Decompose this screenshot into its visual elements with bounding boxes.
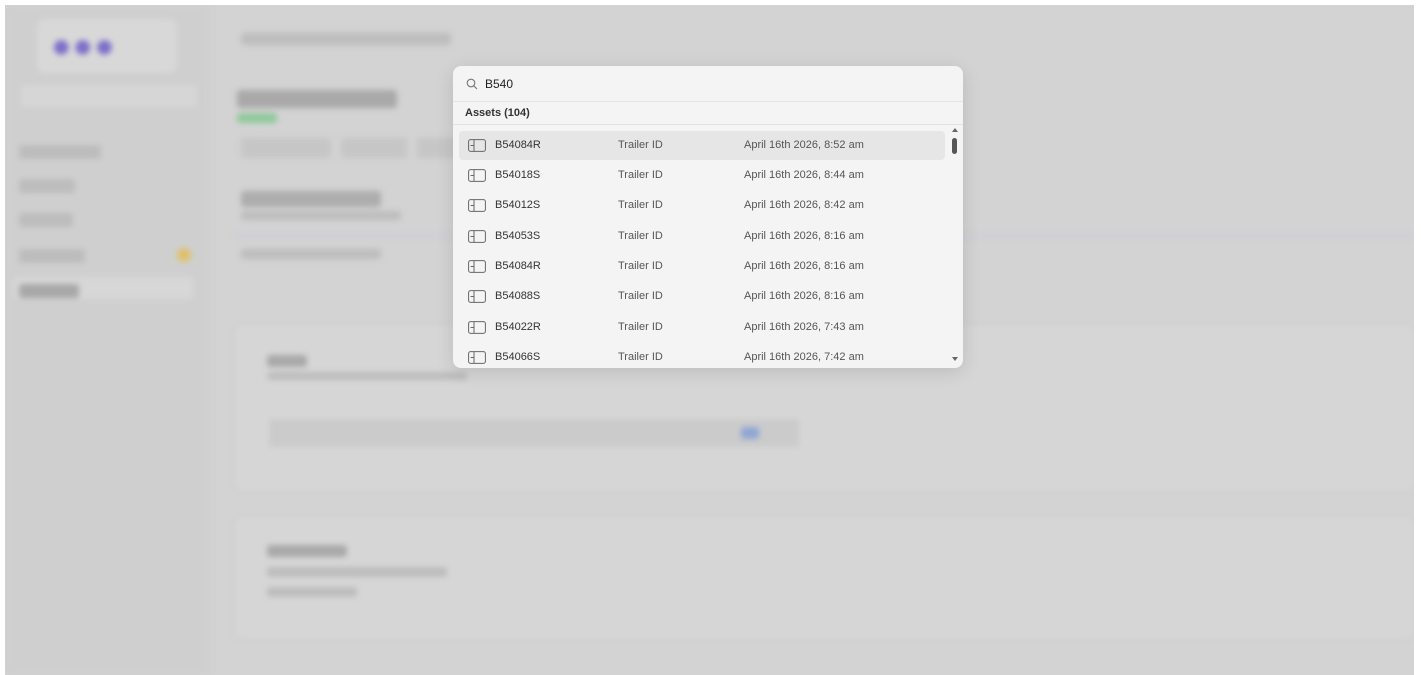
sidebar: ●●● (5, 5, 210, 675)
result-asset-id: B54053S (495, 230, 541, 242)
result-asset-date: April 16th 2026, 8:42 am (744, 199, 864, 211)
result-asset-date: April 16th 2026, 7:42 am (744, 351, 864, 363)
search-divider (453, 101, 963, 102)
sidebar-search (21, 85, 197, 107)
tab (341, 138, 407, 158)
sidebar-item (19, 249, 85, 263)
result-asset-date: April 16th 2026, 8:16 am (744, 230, 864, 242)
result-row[interactable]: B54088S Trailer ID April 16th 2026, 8:16… (459, 282, 945, 311)
results-scrollbar[interactable] (951, 128, 960, 364)
result-asset-id: B54018S (495, 169, 541, 181)
result-row[interactable]: B54053S Trailer ID April 16th 2026, 8:16… (459, 222, 945, 251)
results-divider (453, 124, 963, 125)
result-asset-type: Trailer ID (618, 290, 663, 302)
sidebar-item (19, 179, 75, 193)
results-list: B54084R Trailer ID April 16th 2026, 8:52… (459, 131, 947, 368)
page-title (237, 90, 397, 108)
card-field (269, 419, 799, 447)
card-text (267, 567, 447, 577)
result-asset-id: B54088S (495, 290, 541, 302)
card-title (267, 545, 347, 557)
result-asset-id: B54066S (495, 351, 541, 363)
search-popup: Assets (104) B54084R Trailer ID April 16… (453, 66, 963, 368)
result-asset-date: April 16th 2026, 8:44 am (744, 169, 864, 181)
result-asset-type: Trailer ID (618, 351, 663, 363)
result-row[interactable]: B54022R Trailer ID April 16th 2026, 7:43… (459, 313, 945, 342)
tab (241, 138, 331, 158)
sidebar-item (19, 145, 101, 159)
result-asset-type: Trailer ID (618, 169, 663, 181)
results-section-title: Assets (104) (465, 107, 530, 119)
card-title (267, 355, 307, 367)
search-icon (466, 78, 478, 90)
breadcrumb (241, 33, 451, 45)
search-bar (453, 66, 963, 102)
trailer-icon (468, 139, 486, 152)
logo-mark: ●●● (51, 27, 116, 65)
tab (417, 138, 457, 158)
result-asset-id: B54022R (495, 321, 541, 333)
card-field-icon (741, 427, 759, 439)
logo: ●●● (37, 19, 177, 73)
sidebar-badge (177, 248, 191, 262)
result-asset-date: April 16th 2026, 8:16 am (744, 290, 864, 302)
result-asset-type: Trailer ID (618, 199, 663, 211)
trailer-icon (468, 199, 486, 212)
section-text (241, 249, 381, 259)
sidebar-item (19, 213, 73, 227)
result-asset-type: Trailer ID (618, 321, 663, 333)
section-subtitle (241, 211, 401, 220)
trailer-icon (468, 351, 486, 364)
scroll-thumb[interactable] (952, 138, 957, 154)
result-row[interactable]: B54018S Trailer ID April 16th 2026, 8:44… (459, 161, 945, 190)
trailer-icon (468, 260, 486, 273)
sidebar-item (19, 284, 79, 298)
search-input[interactable] (485, 75, 945, 93)
result-row[interactable]: B54084R Trailer ID April 16th 2026, 8:52… (459, 131, 945, 160)
result-row[interactable]: B54066S Trailer ID April 16th 2026, 7:42… (459, 343, 945, 368)
trailer-icon (468, 321, 486, 334)
section-heading (241, 191, 381, 207)
card-subtitle (267, 372, 467, 380)
trailer-icon (468, 230, 486, 243)
trailer-icon (468, 290, 486, 303)
result-asset-date: April 16th 2026, 7:43 am (744, 321, 864, 333)
result-asset-date: April 16th 2026, 8:52 am (744, 139, 864, 151)
result-asset-id: B54012S (495, 199, 541, 211)
result-asset-id: B54084R (495, 139, 541, 151)
scroll-down-arrow-icon[interactable] (952, 357, 958, 361)
result-asset-type: Trailer ID (618, 139, 663, 151)
result-row[interactable]: B54012S Trailer ID April 16th 2026, 8:42… (459, 191, 945, 220)
card-text (267, 587, 357, 597)
result-asset-id: B54084R (495, 260, 541, 272)
app-frame: ●●● B540 Assets (104) B54084R Trailer ID… (5, 5, 1414, 675)
result-asset-date: April 16th 2026, 8:16 am (744, 260, 864, 272)
card (235, 517, 1414, 639)
scroll-up-arrow-icon[interactable] (952, 128, 958, 132)
result-row[interactable]: B54084R Trailer ID April 16th 2026, 8:16… (459, 252, 945, 281)
result-asset-type: Trailer ID (618, 260, 663, 272)
trailer-icon (468, 169, 486, 182)
result-asset-type: Trailer ID (618, 230, 663, 242)
status-badge (237, 113, 277, 123)
